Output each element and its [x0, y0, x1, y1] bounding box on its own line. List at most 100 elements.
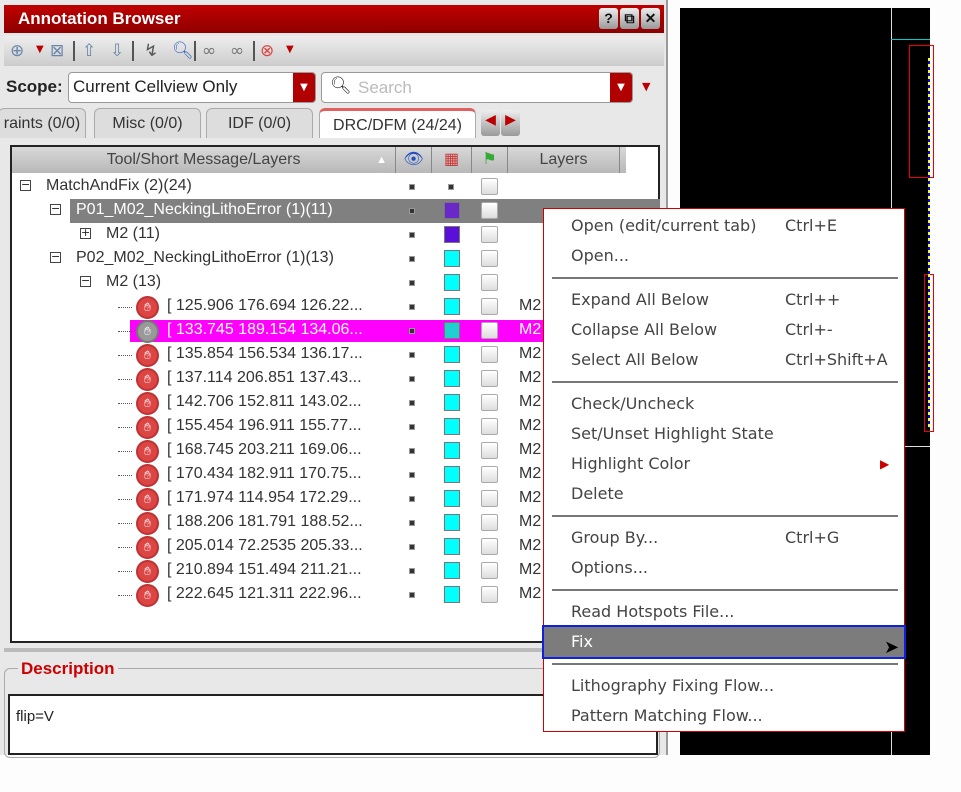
menu-item-collapse-all-below[interactable]: Collapse All Below Ctrl+- — [544, 315, 904, 345]
color-swatch[interactable] — [444, 274, 460, 291]
menu-item-expand-all-below[interactable]: Expand All Below Ctrl++ — [544, 285, 904, 315]
chevron-down-icon[interactable]: ▼ — [36, 44, 44, 55]
delete-icon[interactable]: ⊗ — [260, 41, 274, 61]
binoculars-clear-icon[interactable]: ∞ — [230, 41, 244, 61]
color-swatch[interactable] — [444, 514, 460, 531]
column-header-name[interactable]: Tool/Short Message/Layers ▲ — [12, 147, 396, 173]
color-swatch[interactable] — [444, 322, 460, 339]
visibility-indicator[interactable] — [409, 400, 415, 406]
collapse-icon[interactable]: − — [50, 251, 61, 263]
visibility-indicator[interactable] — [409, 448, 415, 454]
color-swatch[interactable] — [444, 202, 460, 219]
color-swatch[interactable] — [444, 586, 460, 603]
color-swatch[interactable] — [444, 466, 460, 483]
check-checkbox[interactable] — [481, 514, 498, 531]
menu-item-open-edit-current-tab[interactable]: Open (edit/current tab) Ctrl+E — [544, 211, 904, 241]
collapse-icon[interactable]: − — [50, 203, 61, 215]
visibility-indicator[interactable] — [409, 328, 415, 334]
check-checkbox[interactable] — [481, 466, 498, 483]
visibility-indicator[interactable] — [409, 472, 415, 478]
restore-button[interactable]: ⧉ — [620, 8, 639, 29]
visibility-indicator[interactable] — [409, 520, 415, 526]
arrow-up-icon[interactable]: ⇧ — [82, 41, 96, 61]
tab-scroll-right[interactable]: ▶ — [501, 110, 520, 136]
visibility-indicator[interactable] — [409, 232, 415, 238]
color-swatch[interactable] — [444, 418, 460, 435]
menu-item-check-uncheck[interactable]: Check/Uncheck — [544, 389, 904, 419]
check-checkbox[interactable] — [481, 298, 498, 315]
check-checkbox[interactable] — [481, 538, 498, 555]
column-header-layers[interactable]: Layers — [508, 147, 620, 173]
expand-icon[interactable]: + — [80, 227, 91, 239]
collapse-icon[interactable]: − — [20, 179, 31, 191]
color-swatch[interactable] — [444, 538, 460, 555]
check-checkbox[interactable] — [481, 322, 498, 339]
color-swatch[interactable] — [444, 226, 460, 243]
menu-item-delete[interactable]: Delete — [544, 479, 904, 509]
visibility-indicator[interactable] — [409, 352, 415, 358]
menu-item-select-all-below[interactable]: Select All Below Ctrl+Shift+A — [544, 345, 904, 375]
color-swatch[interactable] — [444, 250, 460, 267]
check-checkbox[interactable] — [481, 202, 498, 219]
visibility-indicator[interactable] — [409, 256, 415, 262]
menu-item-pattern-matching-flow[interactable]: Pattern Matching Flow... — [544, 701, 904, 731]
check-checkbox[interactable] — [481, 418, 498, 435]
color-swatch[interactable] — [444, 370, 460, 387]
visibility-indicator[interactable] — [409, 376, 415, 382]
color-column-icon[interactable]: ▦ — [432, 147, 472, 173]
magnifier-icon[interactable]: 🔍︎ — [172, 41, 194, 61]
check-checkbox[interactable] — [481, 490, 498, 507]
check-checkbox[interactable] — [481, 442, 498, 459]
check-checkbox[interactable] — [481, 394, 498, 411]
collapse-icon[interactable]: − — [80, 275, 91, 287]
search-options-icon[interactable]: ▼ — [642, 80, 650, 93]
tab-misc[interactable]: Misc (0/0) — [94, 108, 201, 138]
visibility-indicator[interactable] — [409, 208, 415, 214]
tab-idf[interactable]: IDF (0/0) — [206, 108, 313, 138]
menu-item-fix[interactable]: Fix ➤ — [542, 625, 906, 659]
menu-item-open[interactable]: Open... — [544, 241, 904, 271]
visibility-indicator[interactable] — [409, 496, 415, 502]
check-checkbox[interactable] — [481, 562, 498, 579]
help-button[interactable]: ? — [599, 8, 618, 29]
flag-icon[interactable]: ⚑ — [472, 147, 508, 173]
chevron-down-icon[interactable]: ▼ — [293, 73, 315, 102]
tree-row[interactable]: − MatchAndFix (2)(24) — [12, 175, 652, 199]
visibility-indicator[interactable] — [409, 544, 415, 550]
visibility-indicator[interactable] — [409, 304, 415, 310]
check-checkbox[interactable] — [481, 346, 498, 363]
close-button[interactable]: ✕ — [641, 8, 660, 29]
menu-item-lithography-fixing-flow[interactable]: Lithography Fixing Flow... — [544, 671, 904, 701]
check-checkbox[interactable] — [481, 178, 498, 195]
zoom-fit-icon[interactable]: ⊕ — [10, 41, 24, 61]
menu-item-set-unset-highlight-state[interactable]: Set/Unset Highlight State — [544, 419, 904, 449]
binoculars-icon[interactable]: ∞ — [202, 41, 216, 61]
check-checkbox[interactable] — [481, 370, 498, 387]
menu-item-read-hotspots-file[interactable]: Read Hotspots File... — [544, 597, 904, 627]
search-input[interactable]: 🔍︎ Search ▼ — [321, 72, 633, 103]
chevron-down-icon[interactable]: ▼ — [286, 44, 294, 55]
check-checkbox[interactable] — [481, 586, 498, 603]
visibility-indicator[interactable] — [409, 280, 415, 286]
visibility-indicator[interactable] — [409, 592, 415, 598]
check-checkbox[interactable] — [481, 250, 498, 267]
scope-select[interactable]: Current Cellview Only ▼ — [68, 72, 316, 103]
zoom-select-icon[interactable]: ⊠ — [50, 41, 64, 61]
menu-item-options[interactable]: Options... — [544, 553, 904, 583]
tab-drc-dfm[interactable]: DRC/DFM (24/24) — [319, 108, 476, 138]
color-swatch[interactable] — [444, 442, 460, 459]
check-checkbox[interactable] — [481, 274, 498, 291]
menu-item-group-by[interactable]: Group By... Ctrl+G — [544, 523, 904, 553]
arrow-down-icon[interactable]: ⇩ — [110, 41, 124, 61]
menu-item-highlight-color[interactable]: Highlight Color ▶ — [544, 449, 904, 479]
chevron-down-icon[interactable]: ▼ — [610, 73, 632, 102]
color-swatch[interactable] — [444, 346, 460, 363]
color-swatch[interactable] — [444, 490, 460, 507]
visibility-indicator[interactable] — [409, 184, 415, 190]
tab-scroll-left[interactable]: ◀ — [481, 110, 500, 136]
visibility-indicator[interactable] — [409, 424, 415, 430]
color-swatch[interactable] — [444, 298, 460, 315]
visibility-eye-icon[interactable]: 👁︎ — [396, 147, 432, 173]
color-indicator[interactable] — [448, 184, 454, 190]
color-swatch[interactable] — [444, 394, 460, 411]
